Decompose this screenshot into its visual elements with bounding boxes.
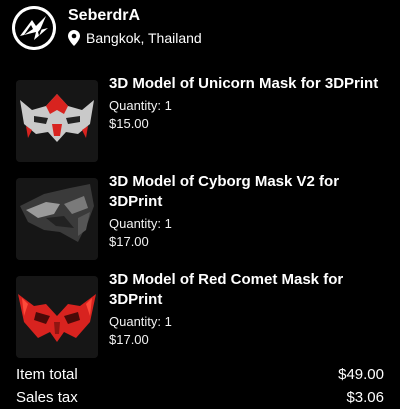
sales-tax-row: Sales tax $3.06 <box>16 389 384 409</box>
shop-avatar[interactable] <box>12 6 56 50</box>
item-info: 3D Model of Cyborg Mask V2 for 3DPrint Q… <box>109 173 392 251</box>
item-quantity: Quantity: 1 <box>109 98 172 113</box>
item-quantity: Quantity: 1 <box>109 314 172 329</box>
unicorn-mask-image[interactable] <box>16 80 98 162</box>
item-title[interactable]: 3D Model of Cyborg Mask V2 for 3DPrint <box>109 172 392 212</box>
item-info: 3D Model of Red Comet Mask for 3DPrint Q… <box>109 271 392 349</box>
item-price: $15.00 <box>109 116 149 131</box>
shop-header: SeberdrA Bangkok, Thailand <box>12 6 392 50</box>
shop-location: Bangkok, Thailand <box>68 27 202 49</box>
cyborg-mask-image[interactable] <box>16 178 98 260</box>
item-price: $17.00 <box>109 234 149 249</box>
item-price: $17.00 <box>109 332 149 347</box>
map-pin-icon <box>68 30 80 46</box>
order-item[interactable]: 3D Model of Unicorn Mask for 3DPrint Qua… <box>16 75 392 166</box>
shop-name[interactable]: SeberdrA <box>68 7 140 25</box>
item-quantity: Quantity: 1 <box>109 216 172 231</box>
location-text: Bangkok, Thailand <box>86 30 202 46</box>
item-info: 3D Model of Unicorn Mask for 3DPrint Qua… <box>109 75 392 133</box>
item-title[interactable]: 3D Model of Unicorn Mask for 3DPrint <box>109 74 392 94</box>
item-total-row: Item total $49.00 <box>16 366 384 386</box>
red-comet-mask-image[interactable] <box>16 276 98 358</box>
order-item[interactable]: 3D Model of Red Comet Mask for 3DPrint Q… <box>16 271 392 362</box>
item-total-label: Item total <box>16 366 78 383</box>
item-total-value: $49.00 <box>338 366 384 383</box>
shop-logo-icon <box>12 6 56 50</box>
item-title[interactable]: 3D Model of Red Comet Mask for 3DPrint <box>109 270 392 310</box>
sales-tax-value: $3.06 <box>346 389 384 406</box>
sales-tax-label: Sales tax <box>16 389 78 406</box>
order-item[interactable]: 3D Model of Cyborg Mask V2 for 3DPrint Q… <box>16 173 392 264</box>
